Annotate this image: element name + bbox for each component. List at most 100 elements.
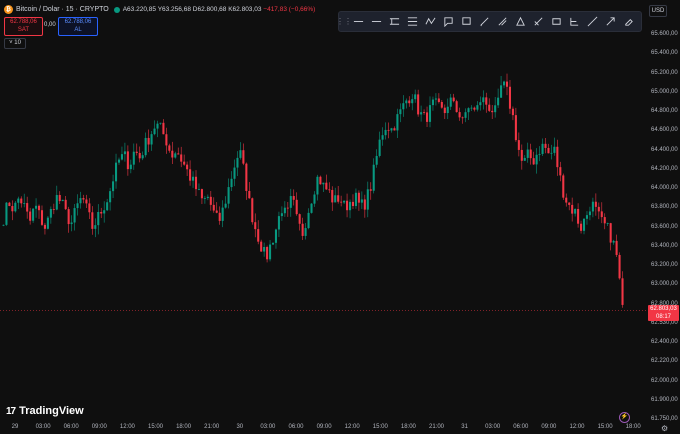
- sell-label: SAT: [17, 27, 30, 33]
- candle: [203, 195, 206, 204]
- buy-button[interactable]: 62.788,06 AL: [58, 17, 98, 36]
- tradingview-logo-text: TradingView: [19, 405, 84, 417]
- candle: [209, 191, 212, 211]
- price-tick-label: 61.750,00: [651, 416, 678, 422]
- time-tick-label: 09:00: [91, 424, 107, 430]
- rectangle-icon[interactable]: [547, 12, 565, 31]
- time-tick-label: 21:00: [204, 424, 220, 430]
- candle: [76, 194, 79, 216]
- candle: [230, 171, 233, 192]
- candle: [82, 194, 85, 204]
- time-tick-label: 18:00: [176, 424, 192, 430]
- candle: [11, 200, 14, 221]
- candle: [180, 146, 183, 168]
- candle: [503, 80, 506, 89]
- symbol-header: ₿ Bitcoin / Dolar · 15 · CRYPTO A63.220,…: [4, 5, 315, 14]
- time-tick-label: 12:00: [119, 424, 135, 430]
- time-tick-label: 03:00: [485, 424, 501, 430]
- time-tick-label: 29: [11, 424, 19, 430]
- candle: [440, 100, 443, 109]
- candle: [538, 146, 541, 162]
- candle: [399, 103, 402, 123]
- indicator-count: 10: [14, 40, 21, 46]
- candle: [594, 193, 597, 216]
- candle: [298, 213, 301, 231]
- candle: [508, 80, 512, 114]
- candle: [106, 198, 109, 211]
- candle: [227, 178, 230, 209]
- candle: [467, 107, 470, 121]
- candle: [414, 89, 417, 103]
- candle: [582, 218, 586, 235]
- candle: [485, 92, 488, 113]
- candle: [505, 73, 509, 96]
- candle: [411, 94, 414, 111]
- tradingview-logo[interactable]: 17 TradingView: [6, 405, 84, 417]
- sell-price: 62.788,06: [10, 19, 37, 25]
- measure-icon[interactable]: [529, 12, 547, 31]
- price-tick-label: 64.000,00: [651, 185, 678, 191]
- time-tick-label: 06:00: [63, 424, 79, 430]
- pattern-icon[interactable]: [421, 12, 439, 31]
- eraser-icon[interactable]: [619, 12, 637, 31]
- candle: [129, 159, 132, 174]
- candle: [239, 142, 242, 160]
- symbol-title[interactable]: Bitcoin / Dolar · 15 · CRYPTO: [16, 6, 109, 13]
- candle: [156, 120, 159, 138]
- triangle-icon[interactable]: [511, 12, 529, 31]
- candle: [286, 201, 289, 217]
- drag-handle-icon[interactable]: ⋮⋮: [336, 12, 352, 31]
- candle: [141, 151, 144, 161]
- price-tick-label: 65.400,00: [651, 50, 678, 57]
- candle: [40, 205, 44, 227]
- fib-icon[interactable]: [403, 12, 421, 31]
- candle: [168, 143, 171, 153]
- brush-icon[interactable]: [475, 12, 493, 31]
- time-tick-label: 09:00: [316, 424, 332, 430]
- candle: [482, 90, 485, 110]
- lightning-icon[interactable]: ⚡: [619, 412, 630, 423]
- candle: [612, 239, 615, 245]
- horizontal-line-icon[interactable]: [349, 12, 367, 31]
- candle: [443, 104, 446, 119]
- candle: [206, 194, 209, 201]
- candle: [144, 132, 147, 158]
- callout-icon[interactable]: [457, 12, 475, 31]
- spread-value: 0,00: [44, 22, 56, 28]
- candle: [55, 185, 58, 211]
- time-tick-label: 15:00: [372, 424, 388, 430]
- currency-selector[interactable]: USD: [649, 5, 667, 17]
- candle: [615, 234, 618, 258]
- candle: [150, 130, 153, 151]
- candle: [266, 245, 269, 263]
- candle: [437, 93, 440, 104]
- price-tick-label: 62.000,00: [651, 377, 678, 384]
- text-icon[interactable]: [439, 12, 457, 31]
- ohlc-values: A63.220,85 Y63.256,68 D62.800,68 K62.803…: [123, 6, 316, 13]
- candle: [577, 203, 580, 228]
- arrow-icon[interactable]: [601, 12, 619, 31]
- candle: [609, 222, 612, 251]
- price-tick-label: 65.600,00: [651, 31, 678, 37]
- settings-icon[interactable]: ⚙: [661, 424, 668, 433]
- price-tick-label: 63.000,00: [651, 281, 678, 288]
- candle: [423, 109, 426, 115]
- candle: [280, 206, 283, 221]
- candle: [334, 187, 337, 203]
- position-icon[interactable]: [565, 12, 583, 31]
- candle: [174, 151, 177, 159]
- parallel-channel-icon[interactable]: [385, 12, 403, 31]
- ruler-icon[interactable]: [493, 12, 511, 31]
- indicators-toggle[interactable]: ˅ 10: [4, 38, 26, 49]
- ray-icon[interactable]: [367, 12, 385, 31]
- candle: [580, 220, 583, 234]
- candle: [597, 202, 600, 220]
- candle: [212, 197, 215, 213]
- candle: [221, 200, 224, 228]
- trendline-icon[interactable]: [583, 12, 601, 31]
- candle: [2, 224, 5, 227]
- sell-button[interactable]: 62.788,06 SAT: [4, 17, 43, 36]
- candlestick-chart[interactable]: [0, 0, 648, 420]
- candle: [319, 175, 322, 185]
- candle: [384, 122, 387, 140]
